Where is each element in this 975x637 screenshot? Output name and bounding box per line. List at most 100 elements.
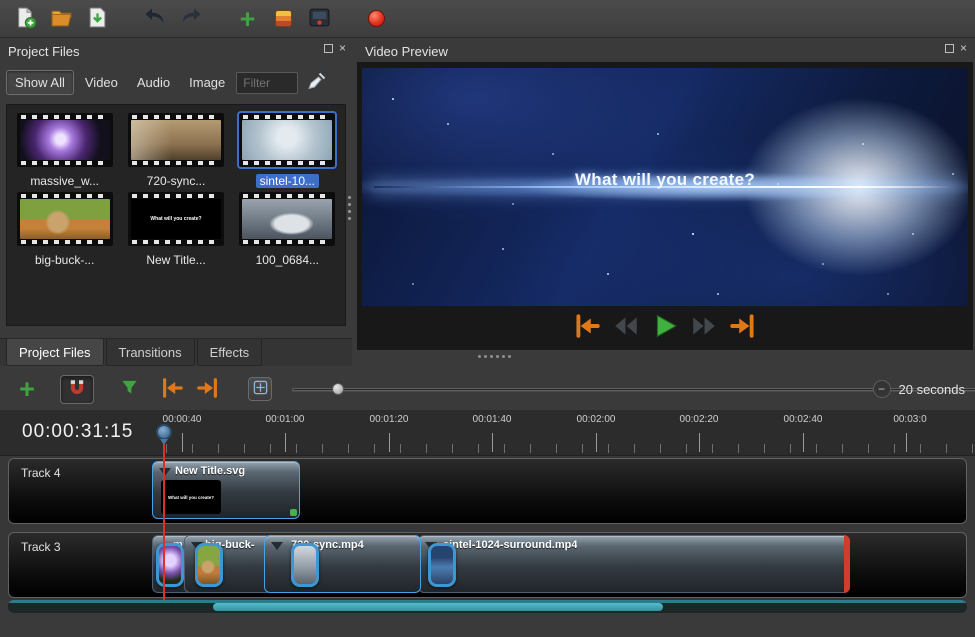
- panel-float-button[interactable]: [945, 44, 954, 53]
- slider-thumb[interactable]: [332, 383, 344, 395]
- save-icon: [86, 6, 109, 32]
- clip-thumbnail: [156, 543, 184, 587]
- fast-forward-button[interactable]: [689, 312, 719, 342]
- clip-menu-caret-icon[interactable]: [271, 542, 283, 550]
- horizontal-splitter-handle[interactable]: [478, 355, 511, 358]
- project-files-grid: massive_w... 720-sync... sintel-10... bi…: [6, 104, 346, 326]
- video-preview-header: Video Preview ×: [355, 38, 975, 62]
- rewind-button[interactable]: [611, 312, 641, 342]
- save-project-button[interactable]: [84, 5, 111, 32]
- minor-ticks: [166, 444, 975, 453]
- panel-close-button[interactable]: ×: [960, 44, 967, 53]
- panel-float-button[interactable]: [324, 44, 333, 53]
- redo-icon: [179, 5, 203, 32]
- clip-menu-caret-icon[interactable]: [159, 468, 171, 476]
- files-filter-row: Show All Video Audio Image: [6, 70, 327, 95]
- magnet-icon: [67, 378, 87, 401]
- clip-resize-handle[interactable]: [290, 509, 297, 516]
- filter-image-button[interactable]: Image: [181, 71, 233, 94]
- jump-to-start-button[interactable]: [572, 312, 602, 342]
- tab-project-files[interactable]: Project Files: [6, 339, 104, 366]
- close-icon: ×: [960, 41, 967, 55]
- float-icon: [324, 44, 333, 53]
- next-marker-button[interactable]: [194, 375, 222, 403]
- panel-close-button[interactable]: ×: [339, 44, 346, 53]
- file-item-big-buck[interactable]: big-buck-...: [9, 192, 120, 267]
- clip-thumbnail: [195, 543, 223, 587]
- center-playhead-icon: [253, 380, 268, 398]
- file-thumbnail: What will you create?: [128, 192, 224, 246]
- file-item-massive[interactable]: massive_w...: [9, 113, 120, 188]
- record-button[interactable]: [363, 5, 390, 32]
- clip-new-title[interactable]: New Title.svg What will you create?: [152, 461, 300, 519]
- vertical-splitter-handle[interactable]: [348, 196, 351, 220]
- ruler-tick-label: 00:01:40: [473, 414, 512, 425]
- timeline-scrollbar[interactable]: [8, 600, 967, 613]
- clip-thumbnail: What will you create?: [161, 480, 221, 514]
- file-label: 720-sync...: [147, 174, 206, 188]
- track-name: Track 4: [21, 466, 61, 480]
- open-project-button[interactable]: [48, 5, 75, 32]
- file-item-720-sync[interactable]: 720-sync...: [120, 113, 231, 188]
- new-project-icon: [14, 6, 37, 32]
- file-item-100-0684[interactable]: 100_0684...: [232, 192, 343, 267]
- snapping-toggle-button[interactable]: [60, 375, 94, 404]
- undo-button[interactable]: [141, 5, 168, 32]
- add-track-plus-icon: +: [19, 378, 35, 400]
- clip-thumbnail: [428, 543, 456, 587]
- zoom-out-button[interactable]: −: [873, 380, 891, 398]
- file-thumbnail: [128, 113, 224, 167]
- file-item-sintel[interactable]: sintel-10...: [232, 113, 343, 188]
- center-on-playhead-button[interactable]: [248, 377, 272, 401]
- file-thumbnail: [239, 192, 335, 246]
- import-files-button[interactable]: +: [234, 5, 261, 32]
- tab-transitions[interactable]: Transitions: [106, 339, 195, 366]
- timeline-ruler[interactable]: 00:00:31:15 00:00:40 00:01:00 00:01:20 0…: [0, 410, 975, 456]
- minus-icon: −: [878, 382, 885, 396]
- file-label: 100_0684...: [256, 253, 319, 267]
- choose-profile-button[interactable]: [270, 5, 297, 32]
- ruler-tick-label: 00:02:40: [784, 414, 823, 425]
- clip-sintel[interactable]: sintel-1024-surround.mp4: [418, 535, 850, 593]
- tab-effects[interactable]: Effects: [197, 339, 263, 366]
- previous-marker-button[interactable]: [158, 375, 186, 403]
- ruler-tick-label: 00:02:00: [577, 414, 616, 425]
- files-tab-bar: Project Files Transitions Effects: [0, 338, 352, 366]
- clip-trim-marker[interactable]: [844, 535, 850, 593]
- export-video-button[interactable]: [306, 5, 333, 32]
- filter-video-button[interactable]: Video: [77, 71, 126, 94]
- video-preview-title: Video Preview: [365, 44, 448, 59]
- add-marker-button[interactable]: [116, 376, 142, 402]
- jump-to-end-button[interactable]: [728, 312, 758, 342]
- ruler-tick-label: 00:01:00: [266, 414, 305, 425]
- timeline-scrollbar-thumb[interactable]: [213, 603, 663, 611]
- playback-controls: [357, 312, 973, 342]
- filter-show-all-button[interactable]: Show All: [6, 70, 74, 95]
- play-button[interactable]: [650, 312, 680, 342]
- file-label: sintel-10...: [256, 174, 319, 188]
- new-project-button[interactable]: [12, 5, 39, 32]
- video-preview-body: What will you create?: [357, 62, 973, 350]
- undo-icon: [143, 5, 167, 32]
- filter-audio-button[interactable]: Audio: [129, 71, 178, 94]
- clear-filter-button[interactable]: [307, 71, 327, 94]
- timeline-toolbar: + − 20 seconds: [0, 371, 975, 407]
- redo-button[interactable]: [177, 5, 204, 32]
- project-files-title: Project Files: [8, 44, 80, 59]
- clip-big-buck[interactable]: big-buck-: [184, 535, 272, 593]
- file-item-new-title[interactable]: What will you create? New Title...: [120, 192, 231, 267]
- current-time-display: 00:00:31:15: [22, 421, 133, 443]
- play-icon: [651, 312, 679, 343]
- record-icon: [368, 10, 385, 27]
- broom-icon: [307, 79, 327, 94]
- fast-forward-icon: [690, 312, 718, 343]
- playhead-marker[interactable]: [156, 424, 172, 440]
- track-name: Track 3: [21, 540, 61, 554]
- add-track-button[interactable]: +: [14, 376, 40, 402]
- file-thumbnail: [17, 192, 113, 246]
- filter-input[interactable]: [236, 72, 298, 94]
- clip-720-sync[interactable]: 720-sync.mp4: [264, 535, 421, 593]
- rewind-icon: [612, 312, 640, 343]
- timeline-zoom-slider[interactable]: [292, 379, 400, 399]
- ruler-tick-label: 00:00:40: [163, 414, 202, 425]
